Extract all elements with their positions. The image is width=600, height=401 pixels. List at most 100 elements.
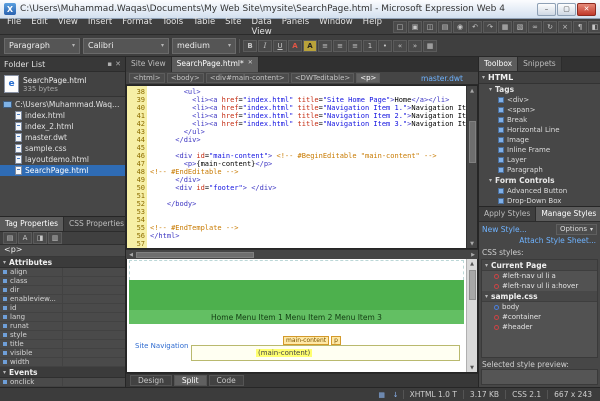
bold-icon[interactable]: B bbox=[243, 40, 257, 52]
quicktag-chip-1[interactable]: <body> bbox=[167, 73, 204, 83]
font-size-dropdown[interactable]: medium ▾ bbox=[172, 38, 236, 54]
redo-icon[interactable]: ↷ bbox=[483, 21, 497, 33]
master-dwt-link[interactable]: master.dwt bbox=[421, 74, 475, 83]
toolbox-root-node[interactable]: ▾ HTML bbox=[479, 72, 600, 84]
align-left-icon[interactable]: ≡ bbox=[318, 40, 332, 52]
options-button[interactable]: Options ▾ bbox=[556, 224, 597, 235]
property-width[interactable]: width bbox=[0, 358, 125, 367]
close-panel-icon[interactable]: ✕ bbox=[115, 60, 121, 68]
numbered-list-icon[interactable]: 1 bbox=[363, 40, 377, 52]
design-masthead[interactable]: Home Menu Item 1 Menu Item 2 Menu Item 3 bbox=[129, 280, 464, 324]
new-style-link[interactable]: New Style... bbox=[482, 225, 527, 234]
font-family-dropdown[interactable]: Calibri ▾ bbox=[83, 38, 169, 54]
scrollbar-thumb[interactable] bbox=[136, 252, 254, 258]
insert-picture-icon[interactable]: ▧ bbox=[513, 21, 527, 33]
toolbox-section-tags[interactable]: ▾Tags bbox=[479, 84, 600, 95]
design-view[interactable]: Home Menu Item 1 Menu Item 2 Menu Item 3… bbox=[126, 259, 478, 373]
decrease-indent-icon[interactable]: « bbox=[393, 40, 407, 52]
quicktag-chip-4[interactable]: <p> bbox=[356, 73, 380, 83]
scroll-down-icon[interactable]: ▼ bbox=[470, 363, 474, 372]
toolbox-item-paragraph[interactable]: Paragraph bbox=[479, 165, 600, 175]
attach-style-sheet-link[interactable]: Attach Style Sheet... bbox=[519, 236, 596, 248]
toolbox-item-div[interactable]: <div> bbox=[479, 95, 600, 105]
tab-snippets[interactable]: Snippets bbox=[518, 57, 562, 71]
file-index-html[interactable]: index.html bbox=[0, 110, 125, 121]
tag-chip-main-content[interactable]: main-content bbox=[283, 336, 329, 345]
open-file-icon[interactable]: ▣ bbox=[408, 21, 422, 33]
tag-chip-p[interactable]: p bbox=[331, 336, 341, 345]
code-horizontal-scrollbar[interactable]: ◀ ▶ bbox=[126, 249, 478, 259]
property-dir[interactable]: dir bbox=[0, 286, 125, 295]
design-canvas[interactable]: Home Menu Item 1 Menu Item 2 Menu Item 3… bbox=[127, 259, 466, 372]
code-content[interactable]: <ul> <li><a href="index.html" title="Sit… bbox=[147, 86, 466, 248]
categorized-icon[interactable]: ▤ bbox=[3, 232, 17, 244]
toolbox-item-image[interactable]: Image bbox=[479, 135, 600, 145]
toolbox-item-break[interactable]: Break bbox=[479, 115, 600, 125]
code-view[interactable]: 3839404142434445464748495051525354555657… bbox=[126, 85, 478, 249]
quicktag-chip-3[interactable]: <DWTeditable> bbox=[291, 73, 355, 83]
alphabetical-icon[interactable]: A bbox=[18, 232, 32, 244]
file-sample-css[interactable]: sample.css bbox=[0, 143, 125, 154]
print-icon[interactable]: ▤ bbox=[438, 21, 452, 33]
quicktag-chip-0[interactable]: <html> bbox=[129, 73, 165, 83]
set-properties-icon[interactable]: ◨ bbox=[33, 232, 47, 244]
tab-searchpage-html[interactable]: SearchPage.html*✕ bbox=[172, 57, 259, 72]
view-design-button[interactable]: Design bbox=[130, 375, 172, 386]
design-vertical-scrollbar[interactable]: ▲ ▼ bbox=[466, 259, 477, 372]
insert-table-icon[interactable]: ▦ bbox=[498, 21, 512, 33]
property-id[interactable]: id bbox=[0, 304, 125, 313]
toolbox-section-form-controls[interactable]: ▾Form Controls bbox=[479, 175, 600, 186]
tab-apply-styles[interactable]: Apply Styles bbox=[479, 207, 536, 221]
style-group-current-page[interactable]: ▾Current Page bbox=[482, 260, 597, 271]
style-container[interactable]: #container bbox=[482, 312, 597, 322]
section-events[interactable]: ▾Events bbox=[0, 367, 125, 378]
download-status-icon[interactable]: ↓ bbox=[389, 391, 403, 399]
property-align[interactable]: align bbox=[0, 268, 125, 277]
property-class[interactable]: class bbox=[0, 277, 125, 286]
file-master-dwt[interactable]: master.dwt bbox=[0, 132, 125, 143]
property-visible[interactable]: visible bbox=[0, 349, 125, 358]
file-searchpage-html[interactable]: SearchPage.html bbox=[0, 165, 125, 176]
stop-icon[interactable]: × bbox=[558, 21, 572, 33]
style-body[interactable]: body bbox=[482, 302, 597, 312]
design-header-region[interactable] bbox=[129, 260, 464, 280]
style-left-nav-ul-li-a-hover[interactable]: #left-nav ul li a:hover bbox=[482, 281, 597, 291]
save-icon[interactable]: ◫ bbox=[423, 21, 437, 33]
property-enableview[interactable]: enableview... bbox=[0, 295, 125, 304]
folder-tree-root[interactable]: C:\Users\Muhammad.Waqas\Documents\M bbox=[0, 99, 125, 110]
paragraph-style-dropdown[interactable]: Paragraph ▾ bbox=[4, 38, 80, 54]
scroll-left-icon[interactable]: ◀ bbox=[126, 252, 136, 258]
tab-manage-styles[interactable]: Manage Styles bbox=[536, 207, 600, 221]
tab-site-view[interactable]: Site View bbox=[126, 57, 172, 72]
minimize-button[interactable]: – bbox=[537, 3, 556, 16]
underline-icon[interactable]: U bbox=[273, 40, 287, 52]
property-runat[interactable]: runat bbox=[0, 322, 125, 331]
close-button[interactable]: ✕ bbox=[577, 3, 596, 16]
style-header[interactable]: #header bbox=[482, 322, 597, 332]
borders-icon[interactable]: ▦ bbox=[423, 40, 437, 52]
code-vertical-scrollbar[interactable]: ▲ ▼ bbox=[466, 86, 477, 248]
property-title[interactable]: title bbox=[0, 340, 125, 349]
align-right-icon[interactable]: ≡ bbox=[348, 40, 362, 52]
increase-indent-icon[interactable]: » bbox=[408, 40, 422, 52]
section-attributes[interactable]: ▾Attributes bbox=[0, 257, 125, 268]
tab-tag-properties[interactable]: Tag Properties bbox=[0, 217, 64, 231]
property-style[interactable]: style bbox=[0, 331, 125, 340]
toolbox-item-layer[interactable]: Layer bbox=[479, 155, 600, 165]
toolbox-item-drop-down-box[interactable]: Drop-Down Box bbox=[479, 196, 600, 206]
new-document-icon[interactable]: □ bbox=[393, 21, 407, 33]
paragraph-marks-icon[interactable]: ¶ bbox=[573, 21, 587, 33]
align-center-icon[interactable]: ≡ bbox=[333, 40, 347, 52]
italic-icon[interactable]: I bbox=[258, 40, 272, 52]
tab-css-properties[interactable]: CSS Properties bbox=[64, 217, 125, 231]
summary-icon[interactable]: ▥ bbox=[48, 232, 62, 244]
pin-icon[interactable]: ▪ bbox=[107, 60, 112, 68]
hyperlink-icon[interactable]: ∞ bbox=[528, 21, 542, 33]
property-lang[interactable]: lang bbox=[0, 313, 125, 322]
file-index-2-html[interactable]: index_2.html bbox=[0, 121, 125, 132]
toolbox-item-span[interactable]: <span> bbox=[479, 105, 600, 115]
undo-icon[interactable]: ↶ bbox=[468, 21, 482, 33]
style-group-sample-css[interactable]: ▾sample.css bbox=[482, 291, 597, 302]
toolbox-item-inline-frame[interactable]: Inline Frame bbox=[479, 145, 600, 155]
visual-aids-status-icon[interactable]: ▦ bbox=[375, 391, 389, 399]
